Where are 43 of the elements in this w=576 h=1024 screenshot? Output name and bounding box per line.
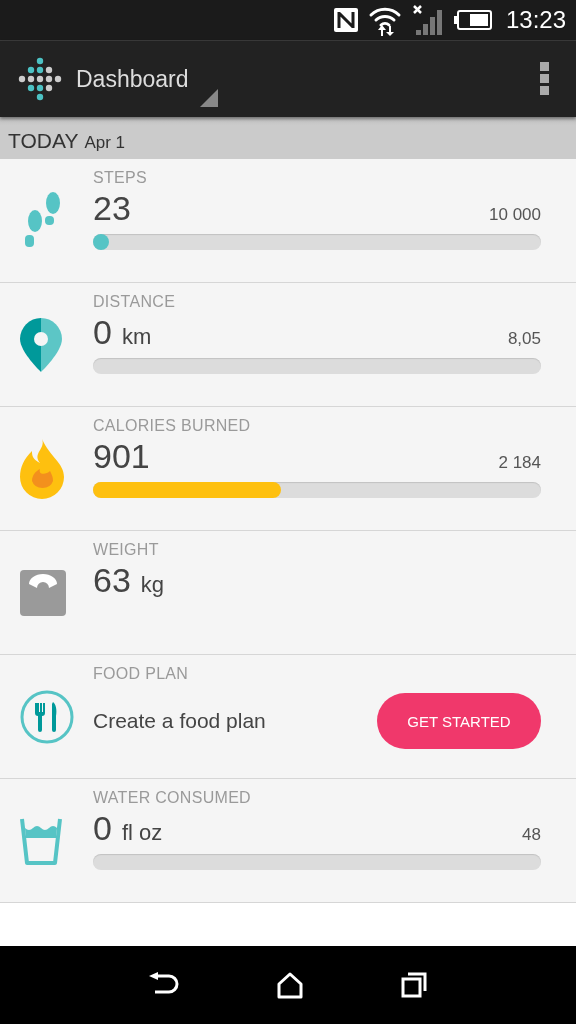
logo-icon <box>18 57 62 101</box>
dashboard-tile[interactable]: STEPS 23 10 000 <box>0 159 576 283</box>
flame-icon <box>20 438 64 499</box>
date-heading: TODAY <box>8 129 79 153</box>
app-title[interactable]: Dashboard <box>76 65 189 93</box>
dashboard-tile[interactable]: WATER CONSUMED 0 fl oz 48 <box>0 779 576 903</box>
tile-value: 23 <box>93 189 131 228</box>
tile-value: 0 <box>93 313 112 352</box>
recent-apps-icon[interactable] <box>401 972 428 998</box>
battery-icon <box>453 10 492 30</box>
scale-icon <box>20 569 66 616</box>
tile-text: Create a food plan <box>93 709 266 733</box>
get-started-button[interactable]: GET STARTED <box>377 693 541 749</box>
nfc-icon <box>333 8 358 32</box>
tile-value: 63 <box>93 561 131 600</box>
tile-value: 0 <box>93 809 112 848</box>
unit-label: kg <box>140 572 165 598</box>
water-glass-icon <box>20 816 62 865</box>
tile-value: 901 <box>93 437 150 476</box>
date-label: Apr 1 <box>84 133 126 153</box>
tile-label: CALORIES BURNED <box>93 417 252 435</box>
unit-label: km <box>121 324 152 350</box>
tile-label: WATER CONSUMED <box>93 789 252 807</box>
goal-value: 2 184 <box>498 453 541 473</box>
goal-value: 10 000 <box>489 205 541 225</box>
dashboard-tile[interactable]: DISTANCE 0 km 8,05 <box>0 283 576 407</box>
dashboard-tile[interactable]: WEIGHT 63 kg <box>0 531 576 655</box>
unit-label: fl oz <box>121 820 163 846</box>
dashboard-tile[interactable]: FOOD PLAN Create a food plan GET STARTED <box>0 655 576 779</box>
tile-label: FOOD PLAN <box>93 665 190 683</box>
signal-icon <box>411 4 444 36</box>
overflow-menu-icon[interactable] <box>540 62 550 96</box>
goal-value: 48 <box>522 825 541 845</box>
status-time: 13:23 <box>505 6 566 34</box>
tile-label: STEPS <box>93 169 148 187</box>
goal-value: 8,05 <box>507 329 541 349</box>
dropdown-indicator-icon <box>200 89 218 107</box>
tile-label: DISTANCE <box>93 293 177 311</box>
map-pin-icon <box>20 317 62 372</box>
home-icon[interactable] <box>276 971 304 999</box>
tile-label: WEIGHT <box>93 541 160 559</box>
fork-knife-icon <box>20 689 74 744</box>
dashboard-tile[interactable]: CALORIES BURNED 901 2 184 <box>0 407 576 531</box>
